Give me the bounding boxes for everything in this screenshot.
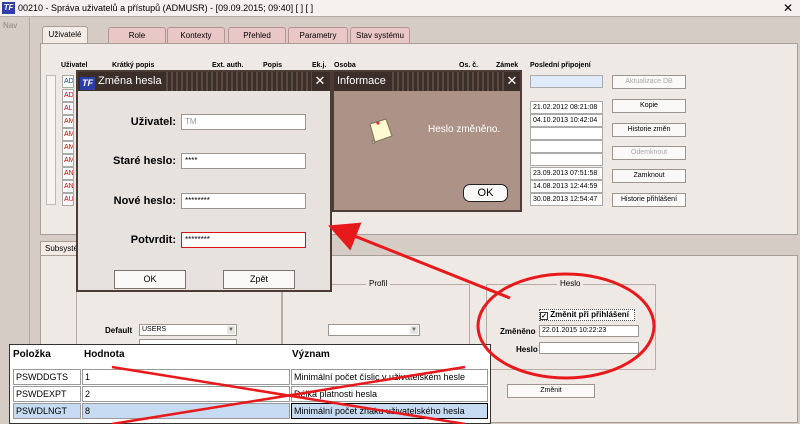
change-password-dialog: TF Změna hesla ✕ Uživatel: TM Staré heslo… — [76, 70, 332, 292]
last-login-cell — [530, 153, 603, 166]
table-row[interactable]: AN — [62, 180, 74, 193]
table-row[interactable]: AM — [62, 141, 74, 154]
new-password-input[interactable]: ******** — [181, 193, 306, 209]
ok-button[interactable]: OK — [114, 270, 186, 289]
table-row: 2 — [82, 386, 290, 402]
back-button[interactable]: Zpět — [223, 270, 295, 289]
password-label: Heslo — [516, 345, 538, 354]
info-titlebar: Informace ✕ — [334, 72, 520, 91]
last-login-cell: 30.08.2013 12:54:47 — [530, 193, 603, 206]
close-icon[interactable]: ✕ — [504, 72, 520, 91]
table-row[interactable]: AD — [62, 89, 74, 102]
profile-select[interactable]: ▼ — [328, 324, 420, 336]
window-title: 00210 - Správa uživatelů a přístupů (ADM… — [18, 3, 314, 13]
change-password-title: TF Změna hesla — [78, 72, 166, 91]
old-password-label: Staré heslo: — [113, 155, 176, 167]
table-row[interactable]: AU — [62, 193, 74, 206]
confirm-label: Potvrdit: — [130, 234, 176, 246]
tab-parameters[interactable]: Parametry — [288, 27, 348, 43]
table-row: Délka platnosti hesla — [291, 386, 488, 402]
col-person-no: Os. č. — [459, 62, 479, 69]
col-lock: Zámek — [496, 62, 519, 69]
table-row[interactable]: AN — [62, 167, 74, 180]
param-header-item: Položka — [13, 349, 51, 360]
tab-users[interactable]: Uživatelé — [42, 26, 88, 44]
change-password-title-text: Změna hesla — [98, 75, 162, 87]
tf-logo-icon: TF — [2, 2, 15, 14]
window-titlebar: TF 00210 - Správa uživatelů a přístupů (… — [0, 0, 800, 17]
note-icon — [369, 118, 393, 145]
last-login-cell: 23.09.2013 07:51:58 — [530, 167, 603, 180]
refresh-db-button[interactable]: Aktualizace DB — [612, 75, 686, 89]
default-select-value: USERS — [142, 326, 167, 333]
info-title: Informace — [334, 72, 390, 91]
table-row: 1 — [82, 369, 290, 385]
dropdown-arrow-icon: ▼ — [227, 326, 235, 334]
tab-contexts[interactable]: Kontexty — [167, 27, 225, 43]
tab-overview[interactable]: Přehled — [228, 27, 286, 43]
profile-title: Profil — [366, 279, 391, 288]
last-login-cell: 21.02.2012 08:21:08 — [530, 101, 603, 114]
col-person: Osoba — [334, 62, 356, 69]
login-history-button[interactable]: Historie přihlášení — [612, 193, 686, 207]
parameter-table: Položka Hodnota Význam PSWDDGTS 1 Minimá… — [9, 344, 491, 424]
table-row: Minimální počet znaku uživatelského hesl… — [291, 403, 488, 419]
default-label: Default — [105, 326, 133, 335]
change-history-button[interactable]: Historie změn — [612, 123, 686, 137]
last-login-cell — [530, 140, 603, 153]
nav-label[interactable]: Nav — [3, 21, 17, 30]
changed-field: 22.01.2015 10:22:23 — [539, 325, 639, 337]
table-row[interactable]: AM — [62, 154, 74, 167]
changed-label: Změněno — [500, 327, 536, 336]
last-login-cell — [530, 127, 603, 140]
close-icon[interactable]: ✕ — [780, 2, 796, 15]
unlock-button[interactable]: Odemknout — [612, 146, 686, 160]
table-row: PSWDEXPT — [13, 386, 81, 402]
table-row[interactable]: AL — [62, 102, 74, 115]
change-on-login-checkbox[interactable]: ✓ Změnit při přihlášení — [539, 309, 635, 321]
col-unit: Ek.j. — [312, 62, 327, 69]
change-password-button[interactable]: Změnit — [507, 384, 595, 398]
user-label: Uživatel: — [130, 116, 176, 128]
user-field: TM — [181, 114, 306, 130]
last-login-cell: 04.10.2013 10:42:04 — [530, 114, 603, 127]
dropdown-arrow-icon: ▼ — [410, 326, 418, 334]
info-ok-button[interactable]: OK — [463, 184, 508, 202]
tf-logo-icon: TF — [80, 77, 95, 90]
table-row: 8 — [82, 403, 290, 419]
col-desc: Popis — [263, 62, 283, 69]
tab-subsystems[interactable]: Subsystémy — [40, 241, 80, 256]
tab-roles[interactable]: Role — [108, 27, 166, 43]
lock-button[interactable]: Zamknout — [612, 169, 686, 183]
change-on-login-label: Změnit při přihlášení — [550, 310, 629, 319]
table-row[interactable]: AM — [62, 115, 74, 128]
table-row: PSWDLNGT — [13, 403, 81, 419]
default-select[interactable]: USERS ▼ — [139, 324, 237, 336]
table-row: Minimální počet číslic v uživatelském he… — [291, 369, 488, 385]
col-user: Uživatel — [61, 62, 88, 69]
checkbox-icon: ✓ — [540, 312, 548, 320]
table-row[interactable]: AM — [62, 128, 74, 141]
change-password-titlebar: TF Změna hesla ✕ — [78, 72, 330, 91]
old-password-input[interactable]: **** — [181, 153, 306, 169]
table-row[interactable]: AD — [62, 75, 74, 88]
copy-button[interactable]: Kopie — [612, 99, 686, 113]
confirm-password-input[interactable]: ******** — [181, 232, 306, 248]
table-row: PSWDDGTS — [13, 369, 81, 385]
last-login-cell: 14.08.2013 12:44:59 — [530, 180, 603, 193]
close-icon[interactable]: ✕ — [312, 72, 328, 91]
tab-system-state[interactable]: Stav systému — [350, 27, 410, 43]
new-password-label: Nové heslo: — [113, 195, 176, 207]
col-last-login: Poslední připojení — [530, 62, 591, 69]
param-header-value: Hodnota — [84, 349, 125, 360]
row-scrollbar[interactable] — [46, 75, 56, 205]
col-ext-auth: Ext. auth. — [212, 62, 244, 69]
last-login-cell — [530, 75, 603, 88]
col-short-desc: Krátký popis — [112, 62, 155, 69]
param-header-meaning: Význam — [292, 349, 330, 360]
info-dialog: Informace ✕ Heslo změněno. OK — [332, 70, 522, 212]
password-field[interactable] — [539, 342, 639, 354]
password-group-title: Heslo — [557, 279, 584, 288]
info-message: Heslo změněno. — [428, 124, 501, 135]
